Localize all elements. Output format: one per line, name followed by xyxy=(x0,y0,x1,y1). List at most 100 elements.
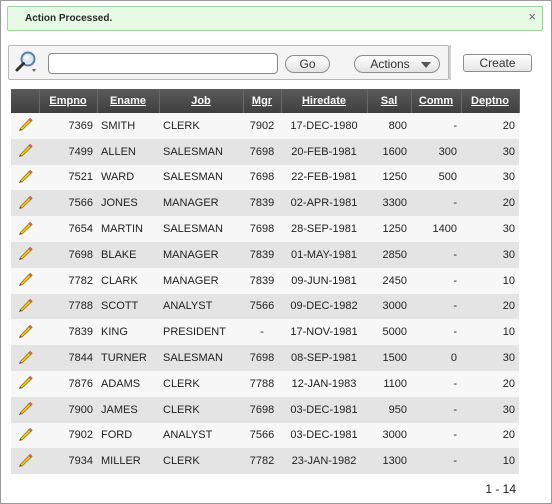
search-input[interactable] xyxy=(48,53,278,74)
cell-empno: 7844 xyxy=(39,345,97,371)
cell-deptno: 20 xyxy=(461,190,519,217)
employee-report-table: Empno Ename Job Mgr Hiredate Sal Comm De… xyxy=(11,89,520,475)
cell-hiredate: 12-JAN-1983 xyxy=(281,370,367,397)
pencil-icon[interactable] xyxy=(17,195,33,209)
cell-sal: 3000 xyxy=(367,422,411,449)
cell-comm: - xyxy=(411,113,461,139)
create-button[interactable]: Create xyxy=(463,54,532,72)
cell-sal: 950 xyxy=(367,396,411,423)
pencil-icon[interactable] xyxy=(17,375,33,390)
cell-sal: 1250 xyxy=(367,164,411,191)
cell-mgr: 7839 xyxy=(243,267,281,294)
cell-comm: 0 xyxy=(411,345,461,371)
edit-cell xyxy=(11,216,39,242)
pencil-icon[interactable] xyxy=(17,453,33,467)
column-header-job[interactable]: Job xyxy=(159,89,244,113)
edit-cell xyxy=(11,164,39,191)
column-header-ename[interactable]: Ename xyxy=(97,89,160,113)
column-header-comm[interactable]: Comm xyxy=(411,89,462,113)
cell-empno: 7876 xyxy=(39,370,97,397)
cell-empno: 7788 xyxy=(39,293,97,320)
pencil-icon[interactable] xyxy=(17,221,33,235)
cell-empno: 7934 xyxy=(39,448,97,475)
pencil-icon[interactable] xyxy=(17,401,33,416)
cell-hiredate: 03-DEC-1981 xyxy=(281,422,367,449)
edit-cell xyxy=(11,293,39,320)
table-row: 7934 MILLER CLERK 7782 23-JAN-1982 1300-10 xyxy=(11,448,519,475)
column-header-empno[interactable]: Empno xyxy=(39,89,98,113)
magnifier-icon[interactable] xyxy=(14,50,40,76)
cell-hiredate: 17-DEC-1980 xyxy=(281,113,367,139)
table-row: 7698 BLAKE MANAGER 7839 01-MAY-1981 2850-30 xyxy=(11,241,519,268)
table-row: 7499 ALLEN SALESMAN 7698 20-FEB-1981 1600 300 3… xyxy=(11,138,519,165)
actions-menu-button[interactable]: Actions xyxy=(354,55,440,73)
cell-ename: SMITH xyxy=(97,113,159,139)
cell-ename: CLARK xyxy=(97,267,159,294)
pencil-icon[interactable] xyxy=(17,143,33,158)
pencil-icon[interactable] xyxy=(17,169,33,183)
cell-comm: - xyxy=(411,241,461,268)
close-icon[interactable]: × xyxy=(528,9,536,25)
pencil-icon[interactable] xyxy=(17,272,33,287)
go-button[interactable]: Go xyxy=(285,55,330,73)
edit-cell xyxy=(11,319,39,346)
edit-cell xyxy=(11,396,39,423)
cell-empno: 7566 xyxy=(39,190,97,217)
cell-hiredate: 17-NOV-1981 xyxy=(281,319,367,346)
cell-hiredate: 09-JUN-1981 xyxy=(281,267,367,294)
cell-deptno: 30 xyxy=(461,241,519,268)
cell-job: MANAGER xyxy=(159,267,243,294)
cell-mgr: 7782 xyxy=(243,448,281,475)
cell-empno: 7521 xyxy=(39,164,97,191)
cell-empno: 7782 xyxy=(39,267,97,294)
cell-mgr: 7788 xyxy=(243,370,281,397)
cell-empno: 7654 xyxy=(39,216,97,242)
cell-comm: 500 xyxy=(411,164,461,191)
cell-sal: 1300 xyxy=(367,448,411,475)
cell-deptno: 20 xyxy=(461,113,519,139)
column-header-deptno[interactable]: Deptno xyxy=(461,89,520,113)
cell-job: CLERK xyxy=(159,448,243,475)
column-header-hiredate[interactable]: Hiredate xyxy=(281,89,368,113)
pencil-icon[interactable] xyxy=(17,117,33,132)
cell-sal: 1250 xyxy=(367,216,411,242)
cell-sal: 1100 xyxy=(367,370,411,397)
cell-ename: MARTIN xyxy=(97,216,159,242)
cell-sal: 2850 xyxy=(367,241,411,268)
cell-job: CLERK xyxy=(159,370,243,397)
cell-comm: - xyxy=(411,190,461,217)
cell-mgr: 7698 xyxy=(243,164,281,191)
column-header-sal[interactable]: Sal xyxy=(367,89,412,113)
column-header-mgr[interactable]: Mgr xyxy=(243,89,282,113)
cell-sal: 3000 xyxy=(367,293,411,320)
cell-mgr: 7566 xyxy=(243,293,281,320)
cell-mgr: 7698 xyxy=(243,396,281,423)
cell-job: MANAGER xyxy=(159,190,243,217)
cell-comm: 300 xyxy=(411,138,461,165)
cell-hiredate: 23-JAN-1982 xyxy=(281,448,367,475)
edit-column-header xyxy=(11,89,40,113)
cell-mgr: 7698 xyxy=(243,216,281,242)
cell-ename: MILLER xyxy=(97,448,159,475)
pencil-icon[interactable] xyxy=(17,298,33,312)
search-toolbar: Go Actions xyxy=(8,45,449,80)
cell-mgr: 7839 xyxy=(243,190,281,217)
table-row: 7369 SMITH CLERK 7902 17-DEC-1980 800-20 xyxy=(11,113,519,139)
pencil-icon[interactable] xyxy=(17,427,33,441)
cell-job: CLERK xyxy=(159,396,243,423)
cell-empno: 7369 xyxy=(39,113,97,139)
cell-comm: - xyxy=(411,422,461,449)
cell-ename: JAMES xyxy=(97,396,159,423)
table-row: 7900 JAMES CLERK 7698 03-DEC-1981 950-30 xyxy=(11,396,519,423)
cell-job: CLERK xyxy=(159,113,243,139)
report-region: Action Processed. × Go Actions Create Em… xyxy=(0,0,552,504)
cell-empno: 7698 xyxy=(39,241,97,268)
pencil-icon[interactable] xyxy=(17,246,33,261)
pencil-icon[interactable] xyxy=(17,324,33,338)
cell-comm: 1400 xyxy=(411,216,461,242)
cell-ename: ALLEN xyxy=(97,138,159,165)
cell-hiredate: 22-FEB-1981 xyxy=(281,164,367,191)
pagination-text: 1 - 14 xyxy=(485,482,516,496)
pencil-icon[interactable] xyxy=(17,350,33,364)
table-row: 7876 ADAMS CLERK 7788 12-JAN-1983 1100-20 xyxy=(11,370,519,397)
